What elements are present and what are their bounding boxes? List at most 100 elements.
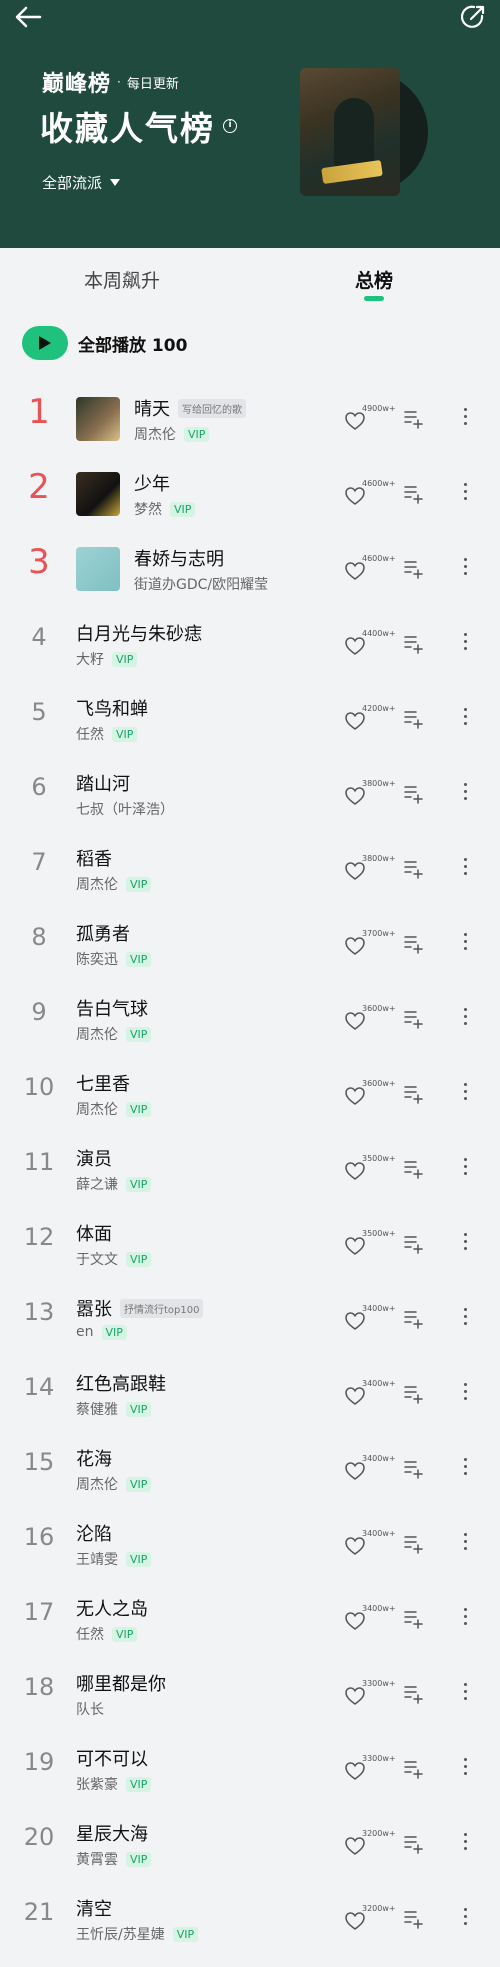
add-to-playlist-icon[interactable] bbox=[402, 1758, 424, 1780]
add-to-playlist-icon[interactable] bbox=[402, 558, 424, 580]
song-row[interactable]: 11 演员 薛之谦 VIP 3500w+ bbox=[0, 1130, 500, 1205]
more-options-icon[interactable] bbox=[460, 856, 470, 878]
favorite-button[interactable]: 3200w+ bbox=[344, 1904, 396, 1934]
song-row[interactable]: 5 飞鸟和蝉 任然 VIP 4200w+ bbox=[0, 680, 500, 755]
song-row[interactable]: 21 清空 王忻辰/苏星婕 VIP 3200w+ bbox=[0, 1880, 500, 1955]
song-title: 晴天 bbox=[134, 399, 170, 420]
favorite-button[interactable]: 3600w+ bbox=[344, 1004, 396, 1034]
song-row[interactable]: 17 无人之岛 任然 VIP 3400w+ bbox=[0, 1580, 500, 1655]
more-options-icon[interactable] bbox=[460, 481, 470, 503]
favorite-button[interactable]: 3500w+ bbox=[344, 1229, 396, 1259]
add-to-playlist-icon[interactable] bbox=[402, 1233, 424, 1255]
more-options-icon[interactable] bbox=[460, 1381, 470, 1403]
genre-filter[interactable]: 全部流派 bbox=[42, 172, 121, 193]
album-thumbnail[interactable] bbox=[76, 547, 120, 591]
more-options-icon[interactable] bbox=[460, 631, 470, 653]
song-row[interactable]: 16 沦陷 王靖雯 VIP 3400w+ bbox=[0, 1505, 500, 1580]
add-to-playlist-icon[interactable] bbox=[402, 1008, 424, 1030]
song-row[interactable]: 4 白月光与朱砂痣 大籽 VIP 4400w+ bbox=[0, 605, 500, 680]
song-row[interactable]: 6 踏山河 七叔（叶泽浩） 3800w+ bbox=[0, 755, 500, 830]
more-options-icon[interactable] bbox=[460, 1456, 470, 1478]
song-row[interactable]: 7 稻香 周杰伦 VIP 3800w+ bbox=[0, 830, 500, 905]
tab-weekly-rising[interactable]: 本周飙升 bbox=[84, 266, 160, 293]
favorite-button[interactable]: 4200w+ bbox=[344, 704, 396, 734]
add-to-playlist-icon[interactable] bbox=[402, 1308, 424, 1330]
more-options-icon[interactable] bbox=[460, 1606, 470, 1628]
share-icon[interactable] bbox=[458, 2, 488, 32]
favorite-button[interactable]: 3300w+ bbox=[344, 1754, 396, 1784]
add-to-playlist-icon[interactable] bbox=[402, 1833, 424, 1855]
more-options-icon[interactable] bbox=[460, 1906, 470, 1928]
info-icon[interactable]: i bbox=[223, 119, 237, 133]
favorite-button[interactable]: 3400w+ bbox=[344, 1529, 396, 1559]
more-options-icon[interactable] bbox=[460, 1531, 470, 1553]
favorite-button[interactable]: 3400w+ bbox=[344, 1379, 396, 1409]
add-to-playlist-icon[interactable] bbox=[402, 633, 424, 655]
favorite-button[interactable]: 4900w+ bbox=[344, 404, 396, 434]
add-to-playlist-icon[interactable] bbox=[402, 1683, 424, 1705]
more-options-icon[interactable] bbox=[460, 1081, 470, 1103]
song-row[interactable]: 10 七里香 周杰伦 VIP 3600w+ bbox=[0, 1055, 500, 1130]
song-row[interactable]: 14 红色高跟鞋 蔡健雅 VIP 3400w+ bbox=[0, 1355, 500, 1430]
tab-overall[interactable]: 总榜 bbox=[355, 266, 393, 293]
play-all-button[interactable]: 全部播放 100 bbox=[22, 326, 187, 360]
add-to-playlist-icon[interactable] bbox=[402, 1533, 424, 1555]
favorite-button[interactable]: 3400w+ bbox=[344, 1304, 396, 1334]
favorite-button[interactable]: 3800w+ bbox=[344, 854, 396, 884]
artist-name: 队长 bbox=[76, 1702, 104, 1718]
artist-name: 大籽 bbox=[76, 652, 104, 668]
add-to-playlist-icon[interactable] bbox=[402, 858, 424, 880]
favorite-button[interactable]: 4400w+ bbox=[344, 629, 396, 659]
more-options-icon[interactable] bbox=[460, 781, 470, 803]
add-to-playlist-icon[interactable] bbox=[402, 483, 424, 505]
play-icon[interactable] bbox=[22, 326, 68, 360]
favorite-button[interactable]: 4600w+ bbox=[344, 554, 396, 584]
add-to-playlist-icon[interactable] bbox=[402, 1158, 424, 1180]
song-row[interactable]: 13 嚣张 抒情流行top100 en VIP 3400w+ bbox=[0, 1280, 500, 1355]
song-row[interactable]: 12 体面 于文文 VIP 3500w+ bbox=[0, 1205, 500, 1280]
song-row[interactable]: 9 告白气球 周杰伦 VIP 3600w+ bbox=[0, 980, 500, 1055]
add-to-playlist-icon[interactable] bbox=[402, 1908, 424, 1930]
album-thumbnail[interactable] bbox=[76, 397, 120, 441]
favorite-button[interactable]: 3300w+ bbox=[344, 1679, 396, 1709]
more-options-icon[interactable] bbox=[460, 1006, 470, 1028]
song-row[interactable]: 1 晴天 写给回忆的歌 周杰伦 VIP 4900w+ bbox=[0, 380, 500, 455]
add-to-playlist-icon[interactable] bbox=[402, 1083, 424, 1105]
add-to-playlist-icon[interactable] bbox=[402, 933, 424, 955]
song-title: 花海 bbox=[76, 1449, 112, 1470]
more-options-icon[interactable] bbox=[460, 556, 470, 578]
add-to-playlist-icon[interactable] bbox=[402, 708, 424, 730]
favorite-button[interactable]: 3500w+ bbox=[344, 1154, 396, 1184]
more-options-icon[interactable] bbox=[460, 931, 470, 953]
more-options-icon[interactable] bbox=[460, 1306, 470, 1328]
add-to-playlist-icon[interactable] bbox=[402, 783, 424, 805]
more-options-icon[interactable] bbox=[460, 1756, 470, 1778]
favorite-button[interactable]: 3800w+ bbox=[344, 779, 396, 809]
more-options-icon[interactable] bbox=[460, 1156, 470, 1178]
favorite-button[interactable]: 3400w+ bbox=[344, 1454, 396, 1484]
song-row[interactable]: 8 孤勇者 陈奕迅 VIP 3700w+ bbox=[0, 905, 500, 980]
favorite-button[interactable]: 3700w+ bbox=[344, 929, 396, 959]
vip-badge: VIP bbox=[126, 1026, 152, 1042]
favorite-button[interactable]: 3400w+ bbox=[344, 1604, 396, 1634]
song-row[interactable]: 20 星辰大海 黄霄雲 VIP 3200w+ bbox=[0, 1805, 500, 1880]
album-thumbnail[interactable] bbox=[76, 472, 120, 516]
more-options-icon[interactable] bbox=[460, 1231, 470, 1253]
add-to-playlist-icon[interactable] bbox=[402, 1608, 424, 1630]
more-options-icon[interactable] bbox=[460, 1831, 470, 1853]
favorite-button[interactable]: 3200w+ bbox=[344, 1829, 396, 1859]
back-arrow-icon[interactable] bbox=[12, 2, 46, 32]
add-to-playlist-icon[interactable] bbox=[402, 1458, 424, 1480]
more-options-icon[interactable] bbox=[460, 1681, 470, 1703]
more-options-icon[interactable] bbox=[460, 706, 470, 728]
add-to-playlist-icon[interactable] bbox=[402, 408, 424, 430]
song-row[interactable]: 15 花海 周杰伦 VIP 3400w+ bbox=[0, 1430, 500, 1505]
more-options-icon[interactable] bbox=[460, 406, 470, 428]
song-row[interactable]: 2 少年 梦然 VIP 4600w+ bbox=[0, 455, 500, 530]
song-row[interactable]: 18 哪里都是你 队长 3300w+ bbox=[0, 1655, 500, 1730]
song-row[interactable]: 19 可不可以 张紫豪 VIP 3300w+ bbox=[0, 1730, 500, 1805]
favorite-button[interactable]: 4600w+ bbox=[344, 479, 396, 509]
add-to-playlist-icon[interactable] bbox=[402, 1383, 424, 1405]
song-row[interactable]: 3 春娇与志明 街道办GDC/欧阳耀莹 4600w+ bbox=[0, 530, 500, 605]
favorite-button[interactable]: 3600w+ bbox=[344, 1079, 396, 1109]
